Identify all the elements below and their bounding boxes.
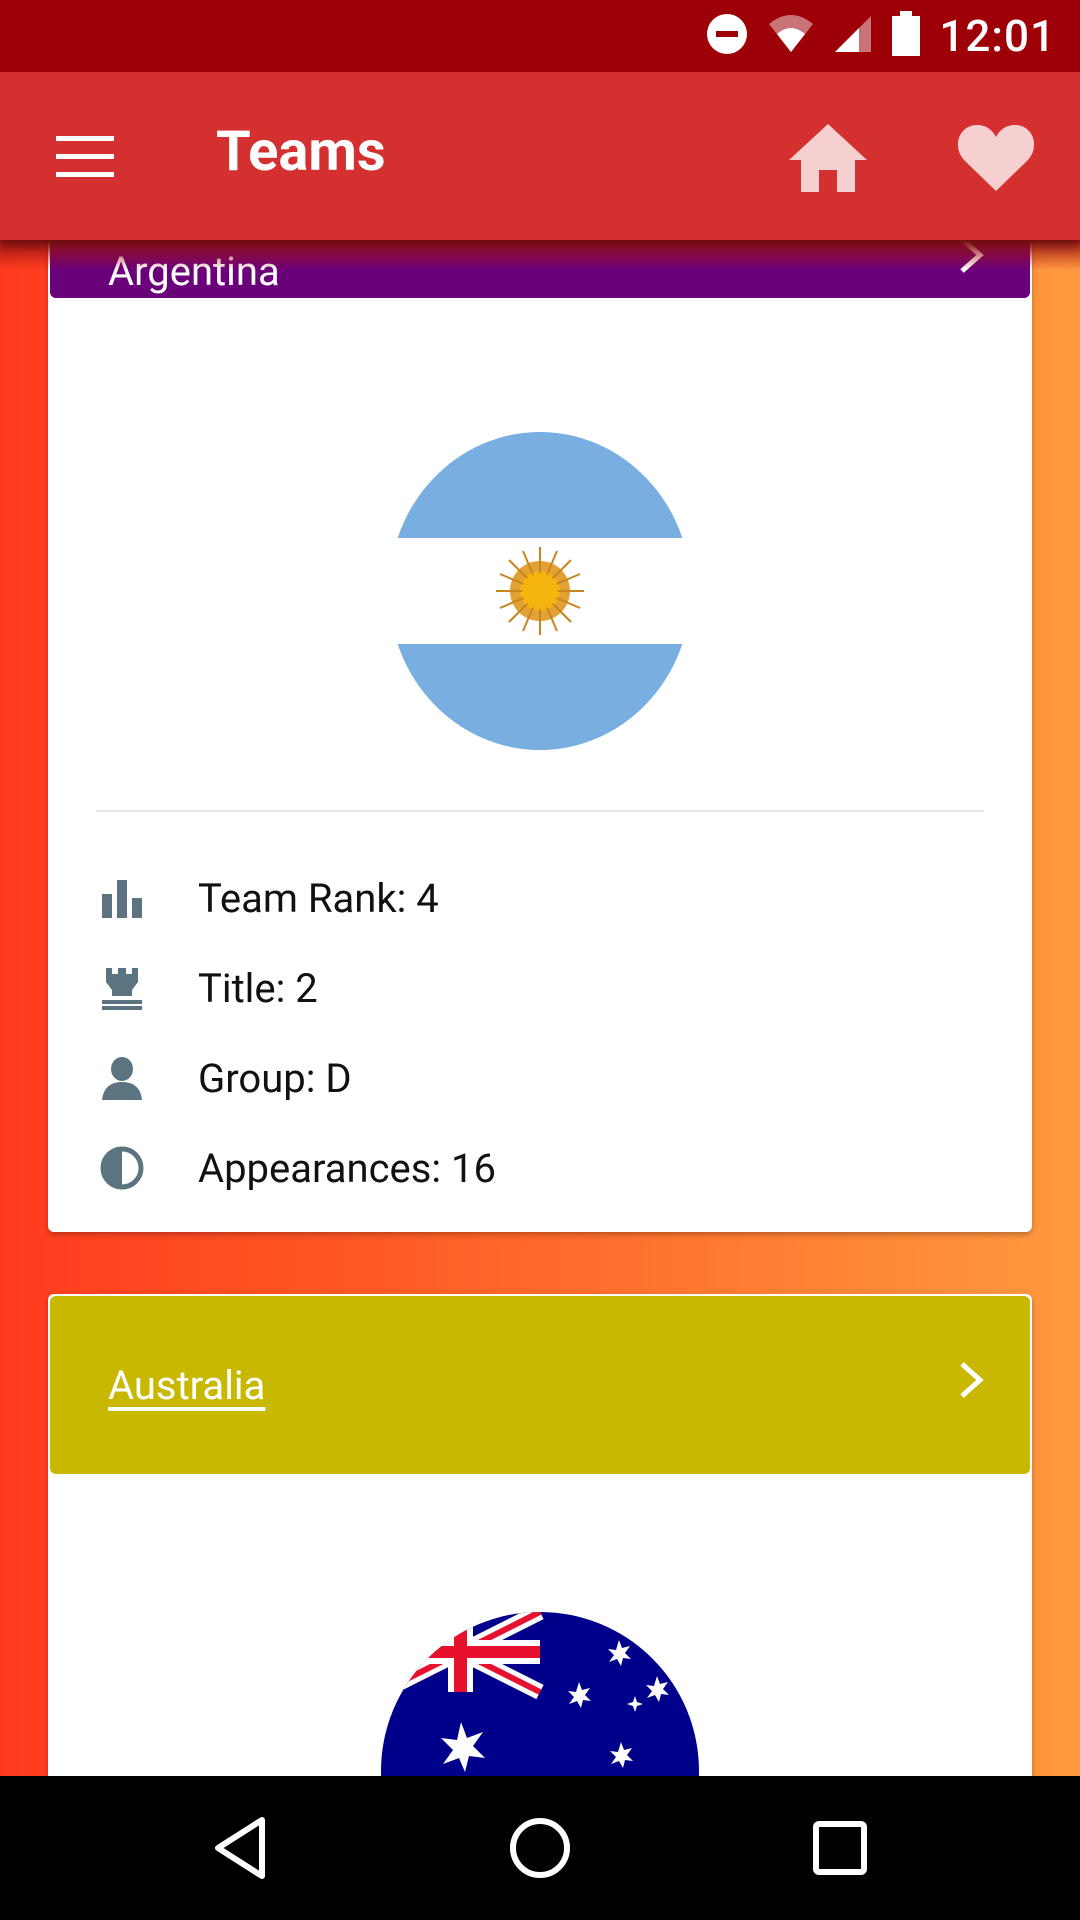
- contrast-icon: [96, 1142, 148, 1194]
- stat-appearances: Appearances: 16: [96, 1128, 496, 1208]
- status-bar: 12:01: [0, 0, 1080, 72]
- argentina-flag-image: [389, 432, 691, 750]
- app-bar: Teams: [0, 72, 1080, 240]
- stat-text: Title: 2: [198, 964, 318, 1012]
- stat-text: Appearances: 16: [198, 1144, 496, 1192]
- team-card-australia: Australia: [48, 1294, 1032, 1776]
- australia-flag-image: [381, 1612, 699, 1776]
- stat-group: Group: D: [96, 1038, 352, 1118]
- battery-icon: [891, 11, 921, 61]
- heart-icon: [957, 125, 1035, 191]
- home-icon: [789, 124, 867, 192]
- clock: 12:01: [939, 10, 1056, 62]
- page-title: Teams: [216, 118, 386, 184]
- square-recents-icon: [813, 1821, 867, 1875]
- team-list[interactable]: Argentina Team Rank: 4 Title: 2 Group: D…: [0, 240, 1080, 1776]
- team-card-argentina: Argentina Team Rank: 4 Title: 2 Group: D…: [48, 240, 1032, 1232]
- favorites-button[interactable]: [946, 108, 1046, 208]
- system-nav-bar: [0, 1776, 1080, 1920]
- home-button[interactable]: [778, 108, 878, 208]
- back-button[interactable]: [190, 1798, 290, 1898]
- trophy-tower-icon: [96, 962, 148, 1014]
- circle-home-icon: [510, 1818, 570, 1878]
- do-not-disturb-icon: [705, 12, 749, 60]
- hamburger-icon: [56, 136, 114, 177]
- menu-button[interactable]: [40, 112, 130, 202]
- signal-icon: [833, 12, 873, 60]
- person-icon: [96, 1052, 148, 1104]
- stat-text: Team Rank: 4: [198, 874, 439, 922]
- team-name: Australia: [108, 1361, 266, 1409]
- recents-button[interactable]: [790, 1798, 890, 1898]
- stat-title: Title: 2: [96, 948, 318, 1028]
- bar-chart-icon: [96, 872, 148, 924]
- home-nav-button[interactable]: [490, 1798, 590, 1898]
- divider: [96, 810, 984, 812]
- wifi-icon: [767, 12, 815, 60]
- stat-team-rank: Team Rank: 4: [96, 858, 439, 938]
- stat-text: Group: D: [198, 1054, 352, 1102]
- appbar-shadow: [0, 240, 1080, 270]
- team-header-australia[interactable]: Australia: [50, 1296, 1030, 1474]
- back-icon: [215, 1817, 265, 1879]
- chevron-right-icon: [956, 1360, 986, 1410]
